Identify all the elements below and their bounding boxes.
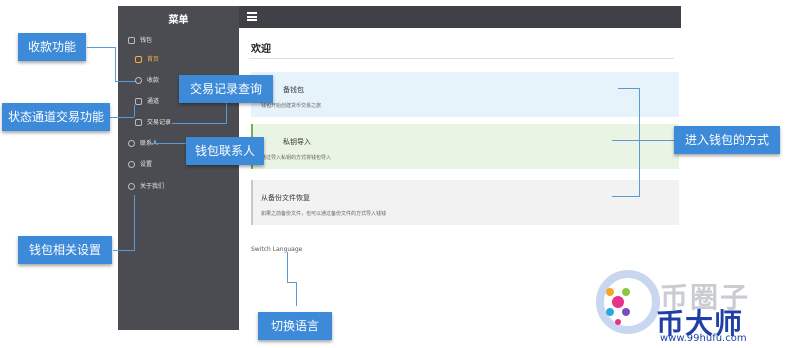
switch-language-link[interactable]: Switch Language [251,246,302,253]
connector-line [134,105,135,117]
card-description: 如果之前备份文件，也可以通过备份文件的方式导入钱钱 [261,211,387,217]
callout-settings: 钱包相关设置 [18,236,112,264]
connector-line [618,88,640,89]
restore-backup-card[interactable]: 从备份文件恢复 如果之前备份文件，也可以通过备份文件的方式导入钱钱 [251,180,679,225]
connector-line [172,123,227,124]
connector-line [87,47,115,48]
card-description: 通过导入私钥的方式将钱包导入 [261,155,332,161]
page-title: 欢迎 [251,44,271,55]
sidebar-item-label: 首页 [147,56,160,63]
sidebar-item-label: 交易记录 [147,119,172,126]
connector-line [226,103,227,123]
callout-contacts: 钱包联系人 [186,137,264,165]
callout-language: 切换语言 [258,312,332,340]
sidebar-item-label: 联系人 [140,140,159,147]
sidebar-item-label: 收款 [147,77,160,84]
connector-line [150,143,186,144]
connector-line [110,117,134,118]
sidebar-item-label: 设置 [140,161,153,168]
records-icon [135,119,142,126]
connector-line [115,81,135,82]
sidebar-title: 菜单 [168,15,189,26]
connector-line [639,88,640,196]
connector-line [612,196,640,197]
title-divider [249,58,674,59]
sidebar-item-label: 通道 [147,98,160,105]
card-title: 私钥导入 [283,138,311,146]
watermark-url: www.99hufu.com [660,333,747,344]
create-wallet-card[interactable]: 备钱包 钱包开始创建货币交易之旅 [251,72,679,117]
callout-channel: 状态通道交易功能 [2,103,110,131]
watermark-logo-icon [596,270,660,334]
gear-icon [128,161,135,168]
connector-line [115,47,116,81]
callout-receive: 收款功能 [18,33,86,61]
sidebar: 菜单 钱包 首页 收款 通道 交易记录 联系人 设置 关于我们 [118,6,239,330]
connector-line [287,252,288,282]
connector-line [640,140,674,141]
sidebar-item-home[interactable]: 首页 [118,53,239,67]
sidebar-item-about[interactable]: 关于我们 [118,180,239,194]
callout-enter-wallet: 进入钱包的方式 [674,126,780,154]
connector-line [113,250,135,251]
card-title: 备钱包 [283,86,304,94]
wallet-icon [128,37,135,44]
connector-line [612,140,640,141]
channel-icon [135,98,142,105]
import-key-card[interactable]: 私钥导入 通过导入私钥的方式将钱包导入 [251,124,679,169]
callout-records: 交易记录查询 [179,75,273,103]
contacts-icon [128,140,135,147]
top-bar [239,6,681,28]
home-icon [135,56,142,63]
sidebar-item-label: 关于我们 [140,183,165,190]
connector-line [134,195,135,251]
sidebar-item-wallet[interactable]: 钱包 [118,34,239,48]
receive-icon [135,77,142,84]
menu-icon[interactable] [247,12,257,21]
card-description: 钱包开始创建货币交易之旅 [261,103,322,109]
card-title: 从备份文件恢复 [261,194,310,202]
connector-line [296,282,297,306]
info-icon [128,183,135,190]
sidebar-item-label: 钱包 [140,37,153,44]
